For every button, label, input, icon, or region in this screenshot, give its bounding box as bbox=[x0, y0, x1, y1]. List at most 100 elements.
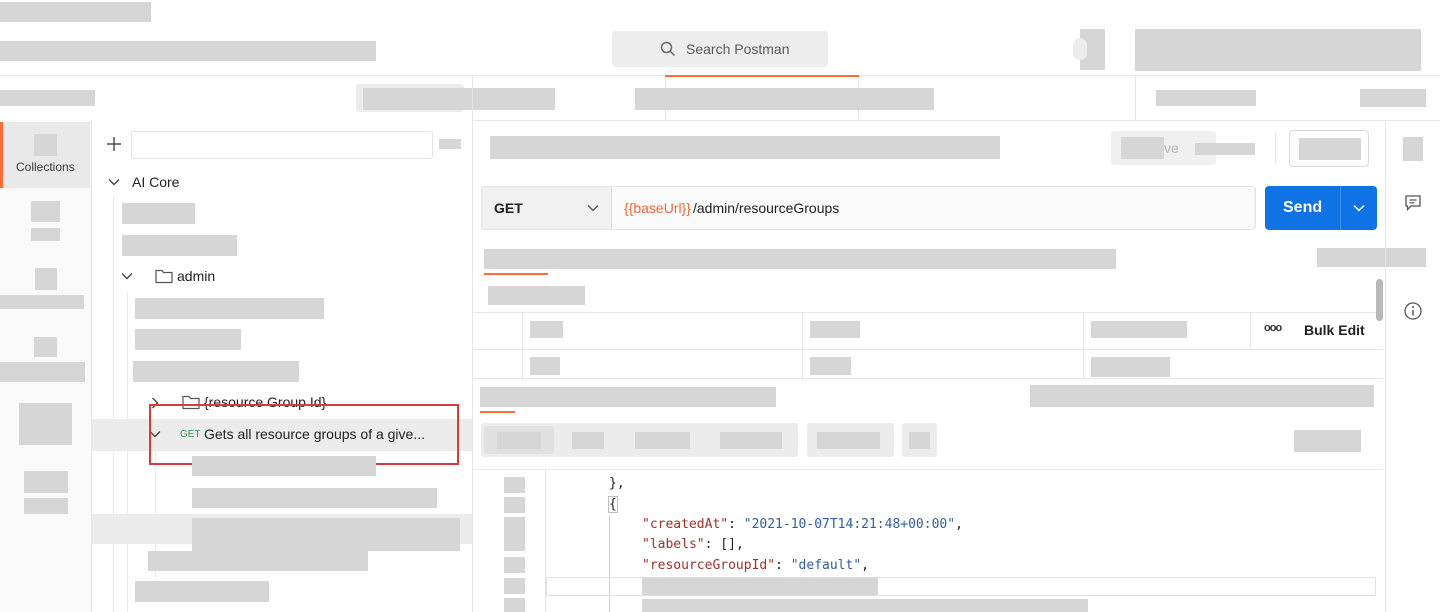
more-options-icon[interactable]: ooo bbox=[1264, 322, 1282, 334]
request-scrollbar[interactable] bbox=[1376, 279, 1383, 321]
header-icon-circle bbox=[1073, 38, 1087, 60]
line-number bbox=[504, 517, 525, 551]
send-button[interactable]: Send bbox=[1265, 186, 1377, 230]
json-key: "createdAt" bbox=[642, 517, 729, 532]
response-tabs-placeholder[interactable] bbox=[480, 387, 776, 407]
language-placeholder bbox=[817, 432, 880, 449]
params-col-4 bbox=[1250, 312, 1251, 349]
format-pretty-bg bbox=[484, 426, 554, 454]
url-path: /admin/resourceGroups bbox=[693, 200, 840, 216]
request-tabs-placeholder[interactable] bbox=[484, 249, 1116, 269]
example-placeholder[interactable] bbox=[192, 488, 437, 508]
json-key: "resourceGroupId" bbox=[642, 558, 776, 573]
code-close-brace: }, bbox=[609, 476, 625, 491]
save-dropdown-placeholder[interactable] bbox=[1195, 143, 1255, 155]
params-table-bottom bbox=[473, 378, 1383, 379]
method-select[interactable]: GET bbox=[482, 187, 611, 229]
tree-item-placeholder[interactable] bbox=[122, 203, 195, 224]
rail-item-collections[interactable]: Collections bbox=[0, 122, 90, 188]
response-actions-placeholder[interactable] bbox=[1294, 430, 1361, 452]
header-right-placeholder[interactable] bbox=[1135, 29, 1421, 71]
code-line-placeholder bbox=[642, 599, 1088, 612]
format-visualize[interactable] bbox=[720, 432, 782, 449]
response-status-placeholder bbox=[1030, 385, 1374, 407]
params-row-value[interactable] bbox=[810, 357, 851, 375]
example-placeholder[interactable] bbox=[192, 456, 376, 476]
cookies-placeholder[interactable] bbox=[1317, 248, 1426, 267]
tree-item-placeholder[interactable] bbox=[133, 361, 299, 382]
params-row-key[interactable] bbox=[530, 357, 560, 375]
language-select[interactable] bbox=[807, 423, 894, 457]
params-col-3 bbox=[1083, 312, 1084, 378]
line-number bbox=[504, 497, 525, 513]
collections-icon bbox=[34, 134, 57, 156]
tree-more-placeholder[interactable] bbox=[439, 139, 461, 149]
code-line-labels: "labels": [], bbox=[642, 537, 744, 552]
right-panel-icon-placeholder[interactable] bbox=[1403, 137, 1423, 161]
url-variable: {{baseUrl}} bbox=[624, 200, 691, 216]
mock-label-placeholder bbox=[0, 362, 85, 382]
example-placeholder[interactable] bbox=[192, 518, 460, 551]
view-toggle-placeholder bbox=[1299, 138, 1361, 160]
url-input[interactable]: {{baseUrl}} /admin/resourceGroups bbox=[612, 187, 1254, 229]
code-open-brace: { bbox=[608, 496, 618, 513]
new-import-placeholder[interactable] bbox=[363, 88, 555, 110]
tree-item-placeholder[interactable] bbox=[135, 329, 241, 350]
header-left-placeholder bbox=[0, 41, 376, 61]
tree-item-placeholder[interactable] bbox=[135, 581, 269, 602]
chevron-down-icon bbox=[587, 203, 599, 213]
tree-guide-2 bbox=[127, 292, 128, 612]
monitors-icon[interactable] bbox=[19, 403, 72, 445]
params-header-description bbox=[1091, 321, 1187, 338]
code-line-resourceGroupId: "resourceGroupId": "default", bbox=[642, 558, 869, 573]
send-label: Send bbox=[1283, 199, 1323, 216]
collection-name[interactable]: AI Core bbox=[132, 174, 179, 190]
folder-admin-label[interactable]: admin bbox=[177, 268, 215, 284]
comments-icon[interactable] bbox=[1404, 194, 1422, 212]
environments-icon[interactable] bbox=[35, 268, 57, 290]
tree-guide-1 bbox=[113, 196, 114, 612]
json-value: "2021-10-07T14:21:48+00:00" bbox=[743, 517, 956, 532]
tree-item-placeholder[interactable] bbox=[148, 551, 368, 571]
collection-search-input[interactable] bbox=[131, 131, 433, 159]
code-line-placeholder bbox=[642, 578, 878, 595]
info-icon[interactable] bbox=[1403, 301, 1423, 321]
wrap-icon-placeholder bbox=[909, 432, 930, 449]
bulk-edit-button[interactable]: Bulk Edit bbox=[1304, 322, 1365, 338]
format-raw[interactable] bbox=[572, 432, 604, 449]
tree-item-placeholder[interactable] bbox=[122, 235, 237, 256]
tabstrip-divider bbox=[472, 120, 1440, 121]
view-toggle[interactable] bbox=[1289, 130, 1369, 167]
chevron-down-icon[interactable] bbox=[121, 271, 133, 281]
request-title-placeholder bbox=[490, 136, 1000, 159]
add-collection-icon[interactable] bbox=[106, 136, 122, 152]
chevron-down-icon[interactable] bbox=[1353, 203, 1365, 213]
right-panel-divider bbox=[1385, 120, 1386, 612]
params-table-mid bbox=[473, 349, 1383, 350]
save-icon-placeholder bbox=[1121, 137, 1164, 159]
mock-icon[interactable] bbox=[34, 337, 57, 357]
format-preview[interactable] bbox=[635, 432, 690, 449]
apis-icon[interactable] bbox=[31, 201, 60, 222]
tree-item-placeholder[interactable] bbox=[135, 298, 324, 319]
env-eye-placeholder[interactable] bbox=[1360, 89, 1426, 107]
tab-active-placeholder[interactable] bbox=[635, 88, 934, 110]
app-title-placeholder bbox=[0, 2, 151, 22]
send-divider bbox=[1340, 186, 1341, 230]
env-select-placeholder[interactable] bbox=[1156, 90, 1256, 106]
params-col-1 bbox=[522, 312, 523, 378]
params-row-description[interactable] bbox=[1091, 357, 1170, 377]
apis-label-placeholder bbox=[31, 228, 60, 241]
chevron-down-icon[interactable] bbox=[108, 177, 120, 187]
history-icon[interactable] bbox=[24, 471, 68, 493]
search-bar[interactable]: Search Postman bbox=[612, 31, 828, 67]
params-header-value bbox=[810, 321, 860, 338]
params-heading-placeholder bbox=[488, 286, 585, 305]
search-placeholder: Search Postman bbox=[686, 41, 790, 57]
save-label: ve bbox=[1164, 140, 1179, 156]
sidebar-tab-divider bbox=[472, 76, 473, 612]
rail-label-collections: Collections bbox=[16, 160, 75, 174]
response-body-divider bbox=[473, 469, 1383, 470]
wrap-button[interactable] bbox=[902, 423, 937, 457]
tab-divider-3 bbox=[1135, 76, 1136, 120]
